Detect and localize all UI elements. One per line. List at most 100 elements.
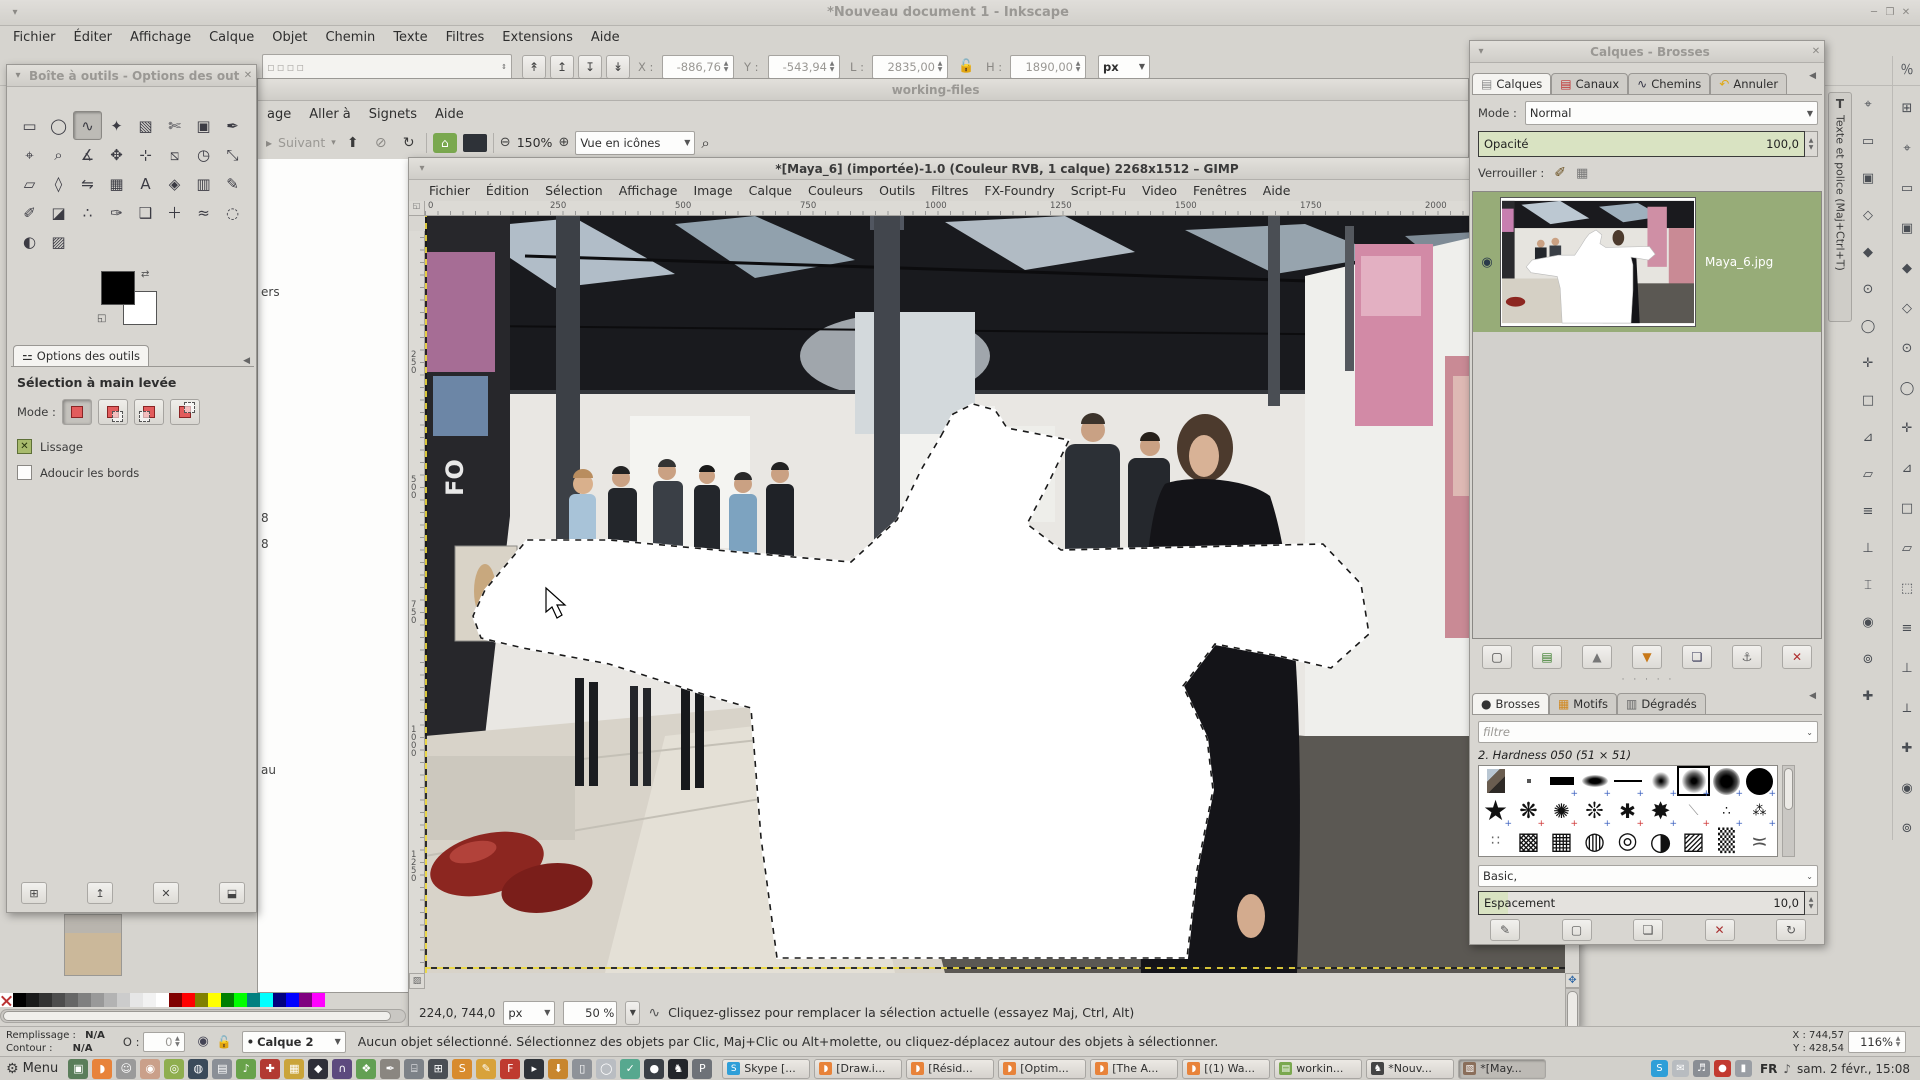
palette-color[interactable] xyxy=(78,993,91,1007)
up-icon[interactable]: ⬆ xyxy=(342,135,364,151)
brush-splat-4[interactable] xyxy=(1611,796,1644,826)
app-colors[interactable]: ▦ xyxy=(284,1059,304,1079)
menu-item[interactable]: Couleurs xyxy=(800,181,871,200)
tab-chemins[interactable]: ∿ Chemins xyxy=(1628,73,1710,94)
palette-color[interactable] xyxy=(143,993,156,1007)
refresh-brushes-button[interactable]: ↻ xyxy=(1776,919,1806,941)
stroke-value[interactable]: N/A xyxy=(73,1043,93,1054)
mode-add-button[interactable] xyxy=(98,399,128,425)
tool-perspective[interactable]: ◊ xyxy=(44,169,73,198)
tool-shear[interactable]: ▱ xyxy=(15,169,44,198)
height-input[interactable]: 1890,00▲▼ xyxy=(1010,55,1086,79)
lock-ratio-icon[interactable]: 🔓 xyxy=(958,59,974,74)
menu-item[interactable]: Aide xyxy=(1255,181,1299,200)
file-label[interactable]: ers xyxy=(261,285,280,299)
app-ghost[interactable]: ☺ xyxy=(116,1059,136,1079)
task-skype[interactable]: S Skype [... xyxy=(722,1059,810,1079)
menu-item[interactable]: Fichier xyxy=(4,27,65,48)
menu-item[interactable]: Fichier xyxy=(421,181,478,200)
palette-color[interactable] xyxy=(208,993,221,1007)
menu-item[interactable]: Aide xyxy=(582,27,629,48)
tool-bucket-fill[interactable]: ◈ xyxy=(160,169,189,198)
app-calculator[interactable]: ⊞ xyxy=(428,1059,448,1079)
tool-scissors-select[interactable]: ✄ xyxy=(160,111,189,140)
tab-degrades[interactable]: ▥ Dégradés xyxy=(1617,693,1706,714)
new-group-button[interactable]: ▤ xyxy=(1532,645,1562,669)
brush-clipboard[interactable] xyxy=(1479,766,1512,796)
menu-item[interactable]: Sélection xyxy=(537,181,611,200)
file-label[interactable]: au xyxy=(261,763,276,777)
tab-raise-button[interactable]: ↥ xyxy=(87,882,113,904)
app-dark-sphere[interactable]: ● xyxy=(644,1059,664,1079)
palette-color[interactable] xyxy=(247,993,260,1007)
palette-color[interactable] xyxy=(299,993,312,1007)
tool-free-select[interactable]: ∿ xyxy=(73,111,102,140)
brush-sliver[interactable] xyxy=(1677,796,1710,826)
dialog-icon-button[interactable]: ⊥ xyxy=(1856,536,1880,560)
tool-blur[interactable]: ◌ xyxy=(218,198,247,227)
app-world[interactable]: ◍ xyxy=(188,1059,208,1079)
snap-button[interactable]: ▭ xyxy=(1895,176,1919,200)
collapse-icon[interactable]: ◀ xyxy=(1809,691,1816,701)
app-shapes[interactable]: ❖ xyxy=(356,1059,376,1079)
app-package[interactable]: ⬇ xyxy=(548,1059,568,1079)
lower-to-bottom-button[interactable]: ↡ xyxy=(606,55,630,79)
task-inkscape[interactable]: ♞ *Nouv... xyxy=(1366,1059,1454,1079)
brush-rough-1[interactable] xyxy=(1578,826,1611,856)
lower-layer-button[interactable]: ▼ xyxy=(1632,645,1662,669)
layer-name[interactable]: Maya_6.jpg xyxy=(1705,255,1773,269)
new-brush-button[interactable]: ▢ xyxy=(1562,919,1592,941)
dialog-icon-button[interactable]: ◯ xyxy=(1856,314,1880,338)
tool-measure[interactable]: ∡ xyxy=(73,140,102,169)
tool-zoom[interactable]: ⌕ xyxy=(44,140,73,169)
snap-button[interactable]: ✚ xyxy=(1895,736,1919,760)
menu-item[interactable]: Outils xyxy=(871,181,923,200)
spacing-spinner[interactable]: ▲▼ xyxy=(1805,891,1818,915)
menu-item[interactable]: Affichage xyxy=(611,181,686,200)
raise-to-top-button[interactable]: ↟ xyxy=(522,55,546,79)
brush-strokes[interactable] xyxy=(1743,826,1776,856)
tab-brosses[interactable]: ● Brosses xyxy=(1472,693,1549,714)
tool-smudge[interactable]: ≈ xyxy=(189,198,218,227)
tab-close-button[interactable]: ✕ xyxy=(153,882,179,904)
tool-color-picker[interactable]: ⌖ xyxy=(15,140,44,169)
app-board[interactable]: ⌸ xyxy=(404,1059,424,1079)
menu-item[interactable]: Fenêtres xyxy=(1185,181,1255,200)
brush-half[interactable] xyxy=(1644,826,1677,856)
duplicate-layer-button[interactable]: ❏ xyxy=(1682,645,1712,669)
snap-button[interactable]: ⌖ xyxy=(1895,136,1919,160)
tab-motifs[interactable]: ▦ Motifs xyxy=(1549,693,1617,714)
layer-thumbnail[interactable] xyxy=(1501,198,1695,326)
tool-ink[interactable]: ✑ xyxy=(102,198,131,227)
palette-color[interactable] xyxy=(156,993,169,1007)
snap-button[interactable]: ▱ xyxy=(1895,536,1919,560)
task-firefox-5[interactable]: ◗ [(1) Wa... xyxy=(1182,1059,1270,1079)
brush-hardness-100[interactable] xyxy=(1743,766,1776,796)
dialog-icon-button[interactable]: □ xyxy=(1856,388,1880,412)
zoom-in-icon[interactable]: ⊕ xyxy=(558,135,569,150)
tool-scale[interactable]: ⤡ xyxy=(218,140,247,169)
brush-dots[interactable] xyxy=(1479,826,1512,856)
app-p[interactable]: P xyxy=(692,1059,712,1079)
lock-pixels-icon[interactable]: ✐ xyxy=(1554,165,1566,181)
opacity-spinner[interactable]: ▲▼ xyxy=(1805,131,1818,157)
brush-line[interactable] xyxy=(1611,766,1644,796)
snap-button[interactable]: ◇ xyxy=(1895,296,1919,320)
snap-button[interactable]: ◯ xyxy=(1895,376,1919,400)
menu-item[interactable]: FX-Foundry xyxy=(976,181,1062,200)
window-menu-icon[interactable]: ▾ xyxy=(1470,46,1492,57)
tab-configure-button[interactable]: ⊞ xyxy=(21,882,47,904)
palette-color[interactable] xyxy=(52,993,65,1007)
tray-recording[interactable]: ● xyxy=(1714,1060,1731,1077)
layer-row[interactable]: ◉ xyxy=(1473,192,1821,332)
tool-align[interactable]: ⊹ xyxy=(131,140,160,169)
opacity-slider[interactable]: Opacité 100,0 xyxy=(1478,131,1805,157)
brush-splat-2[interactable] xyxy=(1545,796,1578,826)
app-headphones[interactable]: ∩ xyxy=(332,1059,352,1079)
menu-item[interactable]: Affichage xyxy=(121,27,200,48)
delete-layer-button[interactable]: ✕ xyxy=(1782,645,1812,669)
unit-combo[interactable]: px▼ xyxy=(503,1001,555,1025)
dialog-icon-button[interactable]: ⌶ xyxy=(1856,573,1880,597)
task-gimp[interactable]: ▧ *[May... xyxy=(1458,1059,1546,1079)
spacing-slider[interactable]: Espacement 10,0 xyxy=(1478,891,1805,915)
